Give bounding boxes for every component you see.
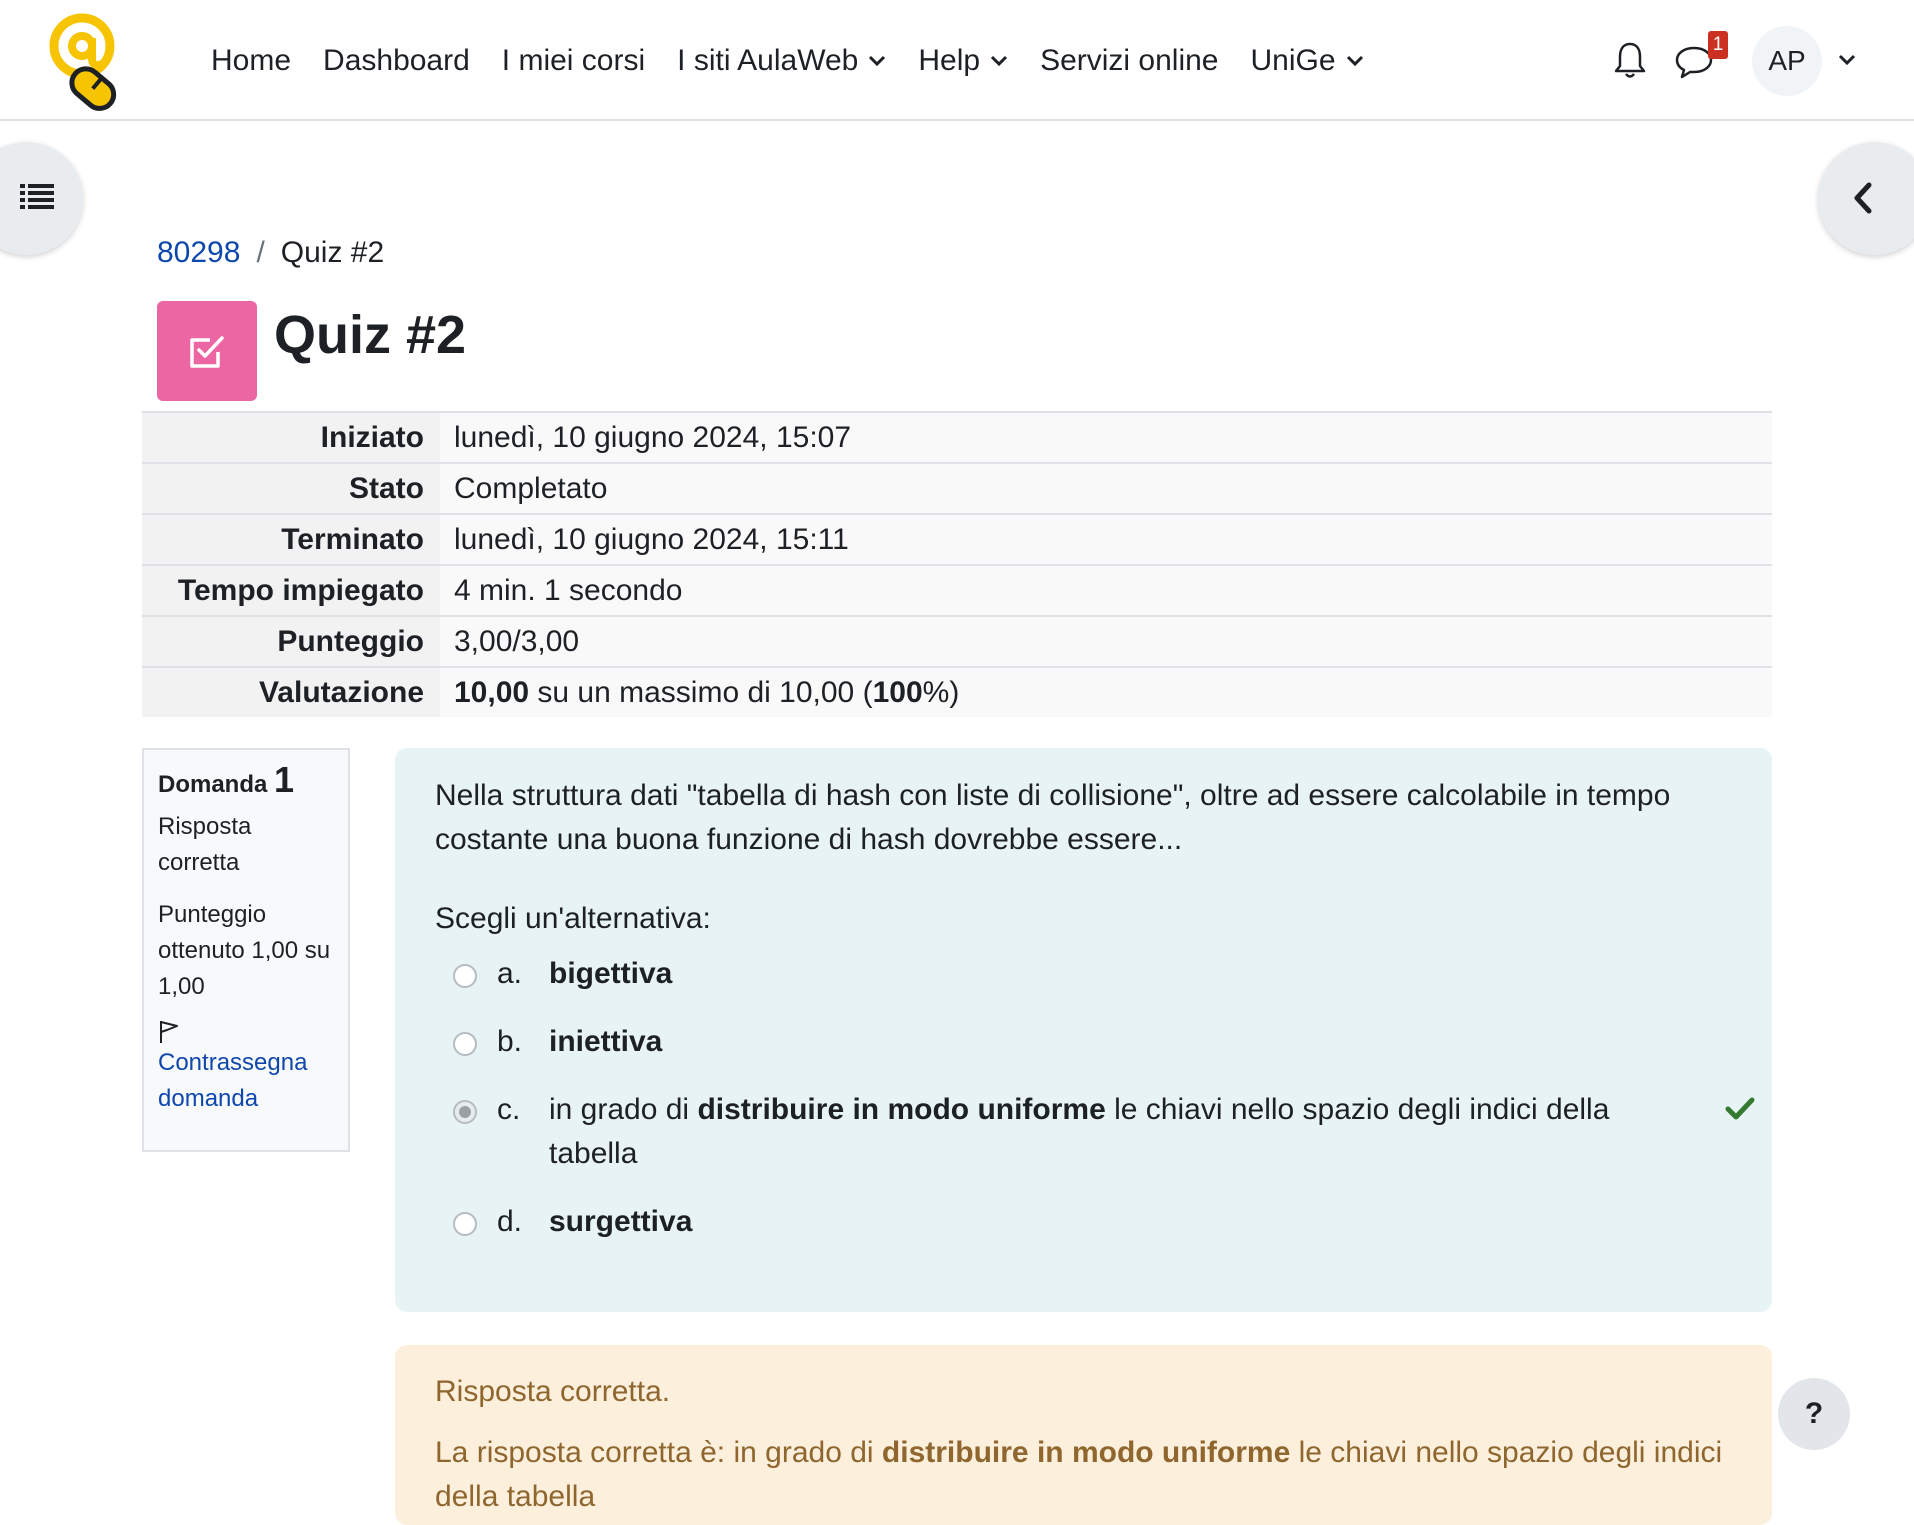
aulaweb-logo[interactable]	[40, 8, 140, 114]
summary-row-state: Stato Completato	[142, 462, 1772, 514]
answer-option-b[interactable]: b. iniettiva	[435, 1020, 1732, 1064]
summary-label: Tempo impiegato	[142, 564, 440, 616]
flag-question-link[interactable]: Contrassegna domanda	[158, 1045, 334, 1117]
question-text: Nella struttura dati "tabella di hash co…	[435, 779, 1671, 856]
summary-value: 3,00/3,00	[440, 615, 1772, 667]
flag-icon[interactable]	[158, 1019, 180, 1045]
user-avatar[interactable]: AP	[1752, 26, 1822, 96]
question-number-line: Domanda 1	[158, 762, 334, 803]
nav-help-label: Help	[918, 43, 981, 77]
answer-option-c[interactable]: c. in grado di distribuire in modo unifo…	[435, 1088, 1755, 1176]
summary-label: Terminato	[142, 513, 440, 565]
radio-button-checked[interactable]	[453, 1100, 477, 1124]
nav-help[interactable]: Help	[902, 0, 1024, 121]
correct-answer-text: La risposta corretta è: in grado di dist…	[435, 1431, 1732, 1519]
option-letter: a.	[497, 957, 523, 990]
nav-home[interactable]: Home	[195, 0, 307, 121]
nav-aulaweb-sites[interactable]: I siti AulaWeb	[661, 0, 902, 121]
chevron-down-icon	[991, 55, 1008, 66]
nav-my-courses-label: I miei corsi	[501, 43, 646, 77]
summary-label: Stato	[142, 462, 440, 514]
notifications-bell-icon[interactable]	[1612, 40, 1648, 80]
question-state: Risposta corretta	[158, 813, 252, 876]
nav-home-label: Home	[211, 43, 292, 77]
answer-option-d[interactable]: d. surgettiva	[435, 1200, 1732, 1244]
course-index-toggle[interactable]	[0, 142, 83, 255]
correct-answer-pre: La risposta corretta è: in grado di	[435, 1436, 882, 1469]
top-navbar: Home Dashboard I miei corsi I siti AulaW…	[0, 0, 1914, 121]
question-number: 1	[274, 759, 295, 800]
correct-answer-bold: distribuire in modo uniforme	[881, 1436, 1291, 1469]
breadcrumb-course-link[interactable]: 80298	[157, 236, 240, 270]
attempt-summary-table: Iniziato lunedì, 10 giugno 2024, 15:07 S…	[142, 411, 1772, 717]
question-formulation: Nella struttura dati "tabella di hash co…	[395, 748, 1772, 1312]
messages-count-badge: 1	[1708, 31, 1728, 59]
grade-percent: 100	[872, 675, 923, 709]
option-text: in grado di distribuire in modo uniforme…	[549, 1088, 1629, 1176]
breadcrumb-current: Quiz #2	[280, 236, 385, 269]
breadcrumb-separator: /	[256, 236, 265, 269]
chevron-left-icon	[1854, 182, 1872, 214]
question-feedback: Risposta corretta. La risposta corretta …	[395, 1345, 1772, 1525]
summary-label: Punteggio	[142, 615, 440, 667]
option-text-pre: in grado di	[549, 1093, 698, 1126]
radio-button[interactable]	[453, 964, 477, 988]
summary-row-marks: Punteggio 3,00/3,00	[142, 615, 1772, 667]
block-drawer-toggle[interactable]	[1818, 142, 1914, 255]
option-text-bold: iniettiva	[549, 1025, 663, 1058]
nav-my-courses[interactable]: I miei corsi	[486, 0, 661, 121]
chevron-down-icon	[869, 55, 886, 66]
summary-label: Valutazione	[142, 666, 440, 717]
summary-value: lunedì, 10 giugno 2024, 15:07	[440, 411, 1772, 463]
summary-value: lunedì, 10 giugno 2024, 15:11	[440, 513, 1772, 565]
option-text: iniettiva	[549, 1020, 1629, 1064]
question-info-box: Domanda 1 Risposta corretta Punteggio ot…	[142, 748, 350, 1152]
page-title: Quiz #2	[274, 305, 467, 365]
summary-row-completed: Terminato lunedì, 10 giugno 2024, 15:11	[142, 513, 1772, 565]
grade-end: %)	[922, 675, 960, 709]
primary-navigation: Home Dashboard I miei corsi I siti AulaW…	[195, 0, 1380, 121]
answer-options: a. bigettiva b. iniettiva c. in grado di…	[435, 952, 1755, 1244]
nav-online-services-label: Servizi online	[1040, 43, 1219, 77]
nav-unige-label: UniGe	[1250, 43, 1336, 77]
summary-row-started: Iniziato lunedì, 10 giugno 2024, 15:07	[142, 411, 1772, 463]
option-letter: c.	[497, 1093, 521, 1126]
feedback-status: Risposta corretta.	[435, 1375, 671, 1408]
chevron-down-icon[interactable]	[1838, 54, 1856, 66]
option-text-bold: distribuire in modo uniforme	[697, 1093, 1106, 1126]
option-text-bold: bigettiva	[549, 957, 673, 990]
summary-grade-value: 10,00 su un massimo di 10,00 (100%)	[440, 666, 1772, 717]
answer-prompt: Scegli un'alternativa:	[435, 902, 711, 935]
nav-online-services[interactable]: Servizi online	[1024, 0, 1234, 121]
summary-row-time-taken: Tempo impiegato 4 min. 1 secondo	[142, 564, 1772, 616]
quiz-icon	[157, 301, 257, 401]
summary-label: Iniziato	[142, 411, 440, 463]
correct-check-icon	[1725, 1097, 1755, 1120]
grade-score: 10,00	[454, 675, 530, 709]
radio-button[interactable]	[453, 1212, 477, 1236]
question-grade: Punteggio ottenuto 1,00 su 1,00	[158, 901, 331, 1000]
option-text: bigettiva	[549, 952, 1629, 996]
breadcrumb: 80298 / Quiz #2	[157, 236, 384, 270]
help-button[interactable]: ?	[1778, 1378, 1850, 1450]
option-text: surgettiva	[549, 1200, 1629, 1244]
grade-mid: su un massimo di 10,00 (	[529, 675, 873, 709]
nav-aulaweb-sites-label: I siti AulaWeb	[677, 43, 859, 77]
list-icon	[20, 184, 54, 209]
summary-value: 4 min. 1 secondo	[440, 564, 1772, 616]
option-letter: d.	[497, 1205, 523, 1238]
summary-value: Completato	[440, 462, 1772, 514]
answer-option-a[interactable]: a. bigettiva	[435, 952, 1732, 996]
nav-dashboard-label: Dashboard	[323, 43, 470, 77]
question-label: Domanda	[158, 771, 268, 798]
nav-dashboard[interactable]: Dashboard	[307, 0, 486, 121]
radio-button[interactable]	[453, 1032, 477, 1056]
nav-unige[interactable]: UniGe	[1234, 0, 1379, 121]
option-letter: b.	[497, 1025, 523, 1058]
chevron-down-icon	[1346, 55, 1363, 66]
option-text-bold: surgettiva	[549, 1205, 693, 1238]
summary-row-grade: Valutazione 10,00 su un massimo di 10,00…	[142, 666, 1772, 717]
